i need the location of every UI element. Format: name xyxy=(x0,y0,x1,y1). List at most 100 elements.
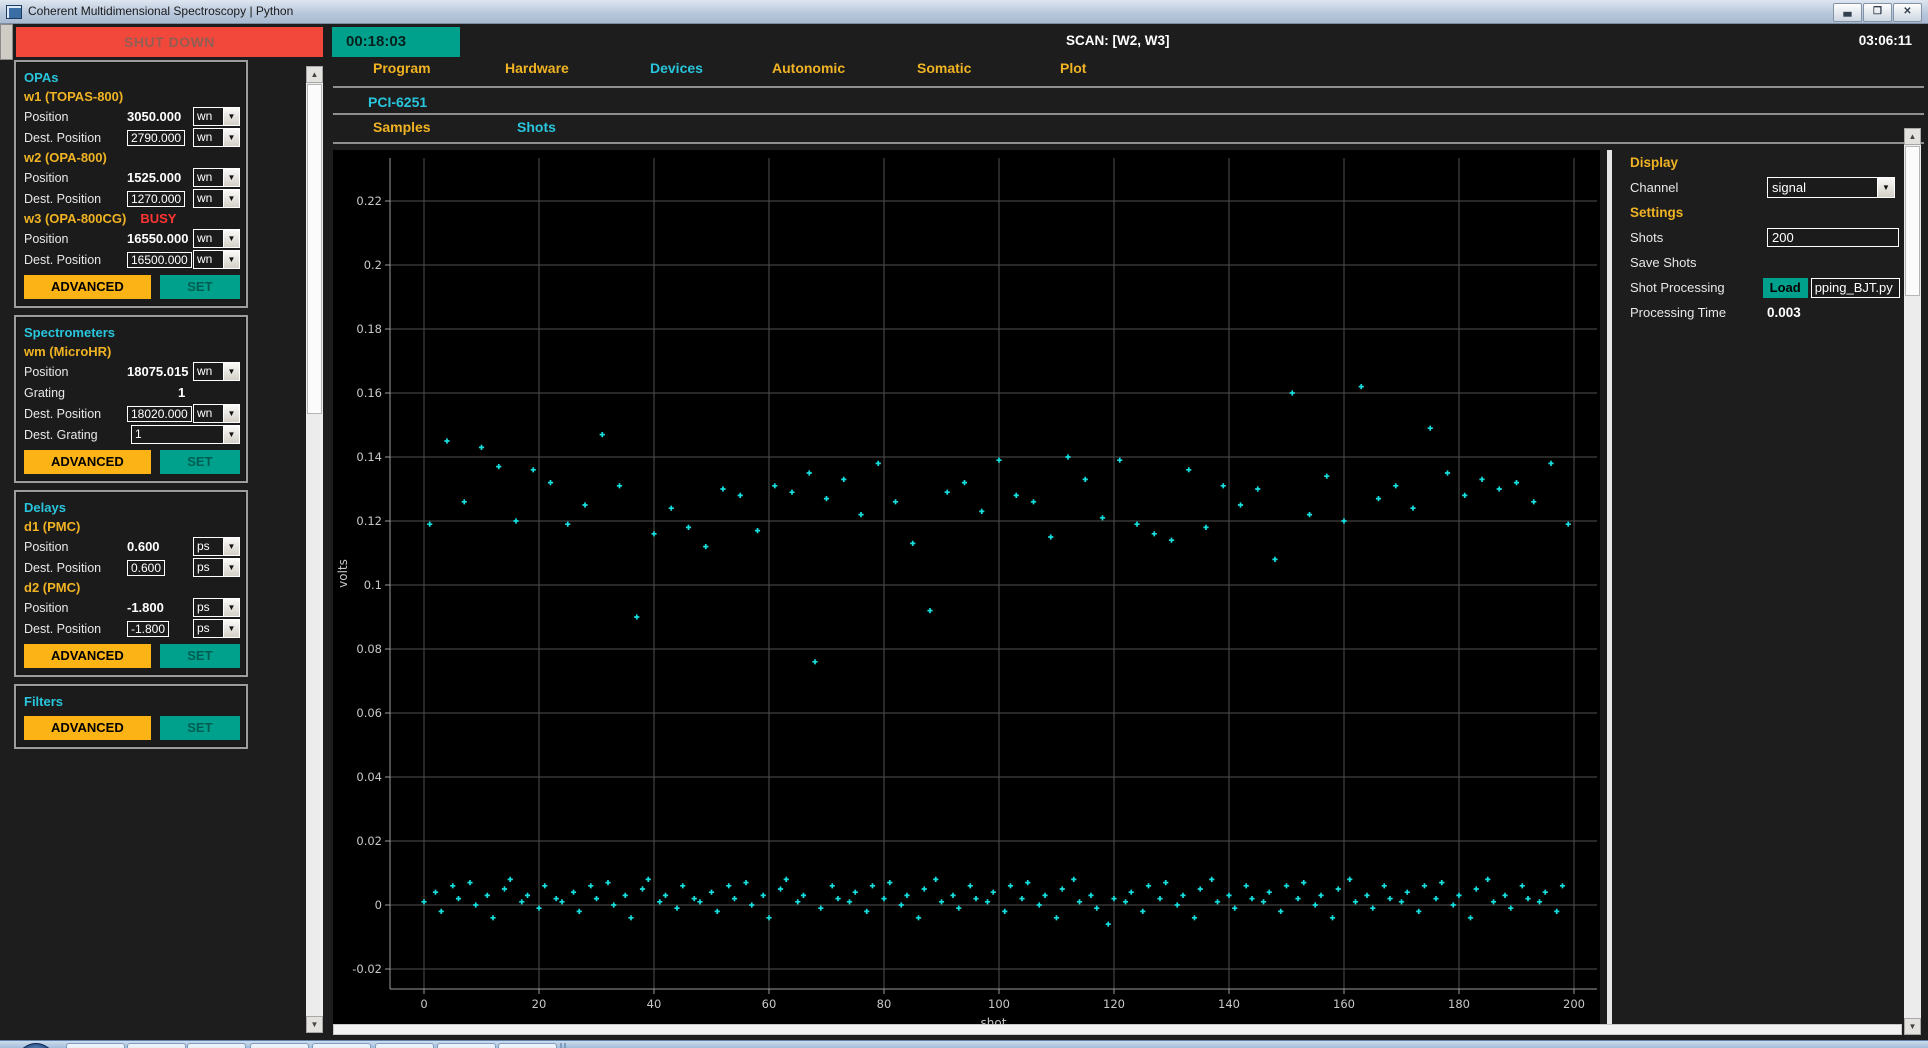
row-label: Position xyxy=(24,170,69,185)
select-value: wn xyxy=(197,231,213,245)
taskbar-button-red-app[interactable] xyxy=(127,1043,186,1048)
dest-position-input[interactable]: 16500.000 xyxy=(127,251,192,268)
close-button-icon[interactable]: ✕ xyxy=(1893,3,1922,22)
select-value: wn xyxy=(197,191,213,205)
button-row: ADVANCED SET xyxy=(24,644,240,668)
horizontal-scrollbar[interactable] xyxy=(333,1024,1902,1035)
chevron-down-icon[interactable]: ▼ xyxy=(1877,178,1894,197)
app-icon xyxy=(6,5,22,19)
minimize-button-icon[interactable]: ▃ xyxy=(1833,3,1862,22)
dest-position-input[interactable]: 0.600 xyxy=(127,559,166,576)
chevron-down-icon[interactable]: ▼ xyxy=(223,129,239,146)
shot-processing-file-input[interactable]: pping_BJT.py xyxy=(1810,277,1900,298)
set-button[interactable]: SET xyxy=(159,644,240,668)
chevron-down-icon[interactable]: ▼ xyxy=(223,538,239,555)
channel-select[interactable]: signal ▼ xyxy=(1767,177,1895,198)
select-value: 1 xyxy=(135,427,142,441)
set-button[interactable]: SET xyxy=(159,716,240,740)
window-titlebar[interactable]: Coherent Multidimensional Spectroscopy |… xyxy=(0,0,1928,24)
taskbar-button-app[interactable] xyxy=(375,1043,434,1048)
tab-pci-6251[interactable]: PCI-6251 xyxy=(368,94,427,110)
windows-taskbar[interactable] xyxy=(0,1040,1928,1048)
start-orb-icon[interactable] xyxy=(18,1043,54,1048)
hardware-row: Position 18075.015 wn ▼ xyxy=(24,361,240,382)
chevron-down-icon[interactable]: ▼ xyxy=(223,108,239,125)
chevron-down-icon[interactable]: ▼ xyxy=(223,169,239,186)
splitter-handle[interactable] xyxy=(1607,150,1612,1028)
units-select[interactable]: wn ▼ xyxy=(193,189,240,208)
sidebar-scrollbar[interactable]: ▲ ▼ xyxy=(306,66,323,1033)
dest-position-input[interactable]: 2790.000 xyxy=(127,129,186,146)
units-select[interactable]: ps ▼ xyxy=(193,619,240,638)
chevron-down-icon[interactable]: ▼ xyxy=(223,363,239,380)
tab-program[interactable]: Program xyxy=(373,60,431,76)
units-select[interactable]: wn ▼ xyxy=(193,229,240,248)
sidebar-scrollbar-thumb[interactable] xyxy=(307,84,322,414)
value-cell: 1 xyxy=(178,384,240,402)
scroll-down-icon[interactable]: ▼ xyxy=(1904,1018,1921,1035)
units-select[interactable]: ps ▼ xyxy=(193,537,240,556)
chevron-down-icon[interactable]: ▼ xyxy=(223,559,239,576)
scroll-up-icon[interactable]: ▲ xyxy=(1904,128,1921,145)
units-select[interactable]: wn ▼ xyxy=(193,128,240,147)
units-select[interactable]: ps ▼ xyxy=(193,598,240,617)
hardware-row: Dest. Position 1270.000 wn ▼ xyxy=(24,188,240,209)
tab-plot[interactable]: Plot xyxy=(1060,60,1086,76)
x-tick-label: 120 xyxy=(1103,997,1125,1011)
tab-somatic[interactable]: Somatic xyxy=(917,60,971,76)
hardware-name: w2 (OPA-800) xyxy=(24,150,107,165)
value-cell: 1525.000 xyxy=(127,169,189,187)
subtab-samples[interactable]: Samples xyxy=(373,119,431,135)
value-cell: 1270.000 xyxy=(127,190,189,208)
scroll-up-icon[interactable]: ▲ xyxy=(306,66,323,83)
set-button[interactable]: SET xyxy=(159,450,240,474)
value-cell: 18020.000 xyxy=(127,405,192,423)
tab-devices[interactable]: Devices xyxy=(650,60,703,76)
shutdown-button[interactable]: SHUT DOWN xyxy=(16,27,323,57)
shots-label: Shots xyxy=(1630,230,1664,245)
chevron-down-icon[interactable]: ▼ xyxy=(223,230,239,247)
chevron-down-icon[interactable]: ▼ xyxy=(223,251,239,268)
main-scrollbar-thumb[interactable] xyxy=(1905,146,1920,296)
shots-input[interactable]: 200 xyxy=(1767,228,1899,247)
select-value: ps xyxy=(197,600,210,614)
row-label: Dest. Position xyxy=(24,252,102,267)
taskbar-button-green-app[interactable] xyxy=(250,1043,309,1048)
units-select[interactable]: wn ▼ xyxy=(193,404,240,423)
units-select[interactable]: wn ▼ xyxy=(193,250,240,269)
advanced-button[interactable]: ADVANCED xyxy=(24,716,151,740)
dest-grating-select[interactable]: 1 ▼ xyxy=(131,425,240,444)
advanced-button[interactable]: ADVANCED xyxy=(24,275,151,299)
dest-position-input[interactable]: 18020.000 xyxy=(127,405,192,422)
set-button[interactable]: SET xyxy=(159,275,240,299)
taskbar-button-purple-app[interactable] xyxy=(187,1043,246,1048)
taskbar-button-window-app[interactable] xyxy=(437,1043,496,1048)
taskbar-button-blue-app[interactable] xyxy=(498,1043,557,1048)
taskbar-button-orange-app[interactable] xyxy=(66,1043,125,1048)
chevron-down-icon[interactable]: ▼ xyxy=(223,405,239,422)
scroll-down-icon[interactable]: ▼ xyxy=(306,1016,323,1033)
section-spectrometers: Spectrometers wm (MicroHR) Position 18075.0… xyxy=(14,315,248,483)
main-scrollbar[interactable]: ▲ ▼ xyxy=(1904,128,1921,1035)
chevron-down-icon[interactable]: ▼ xyxy=(223,599,239,616)
units-select[interactable]: wn ▼ xyxy=(193,107,240,126)
units-select[interactable]: wn ▼ xyxy=(193,362,240,381)
load-button[interactable]: Load xyxy=(1762,277,1808,298)
chevron-down-icon[interactable]: ▼ xyxy=(223,620,239,637)
tab-autonomic[interactable]: Autonomic xyxy=(772,60,845,76)
advanced-button[interactable]: ADVANCED xyxy=(24,450,151,474)
restore-button-icon[interactable]: ❐ xyxy=(1863,3,1892,22)
hardware-row: Dest. Position 16500.000 wn ▼ xyxy=(24,249,240,270)
advanced-button[interactable]: ADVANCED xyxy=(24,644,151,668)
chevron-down-icon[interactable]: ▼ xyxy=(223,190,239,207)
y-tick-label: 0.02 xyxy=(356,834,382,848)
chevron-down-icon[interactable]: ▼ xyxy=(223,426,239,443)
units-select[interactable]: ps ▼ xyxy=(193,558,240,577)
taskbar-button-app[interactable] xyxy=(312,1043,371,1048)
dest-position-input[interactable]: 1270.000 xyxy=(127,190,186,207)
tab-hardware[interactable]: Hardware xyxy=(505,60,569,76)
subtab-shots[interactable]: Shots xyxy=(517,119,556,135)
units-select[interactable]: wn ▼ xyxy=(193,168,240,187)
shots-scatter-plot[interactable]: 0 20 40 60 80 100 120 140 160 180 200 0.22 0.2 0.18 0.… xyxy=(333,150,1600,1030)
dest-position-input[interactable]: -1.800 xyxy=(127,620,170,637)
